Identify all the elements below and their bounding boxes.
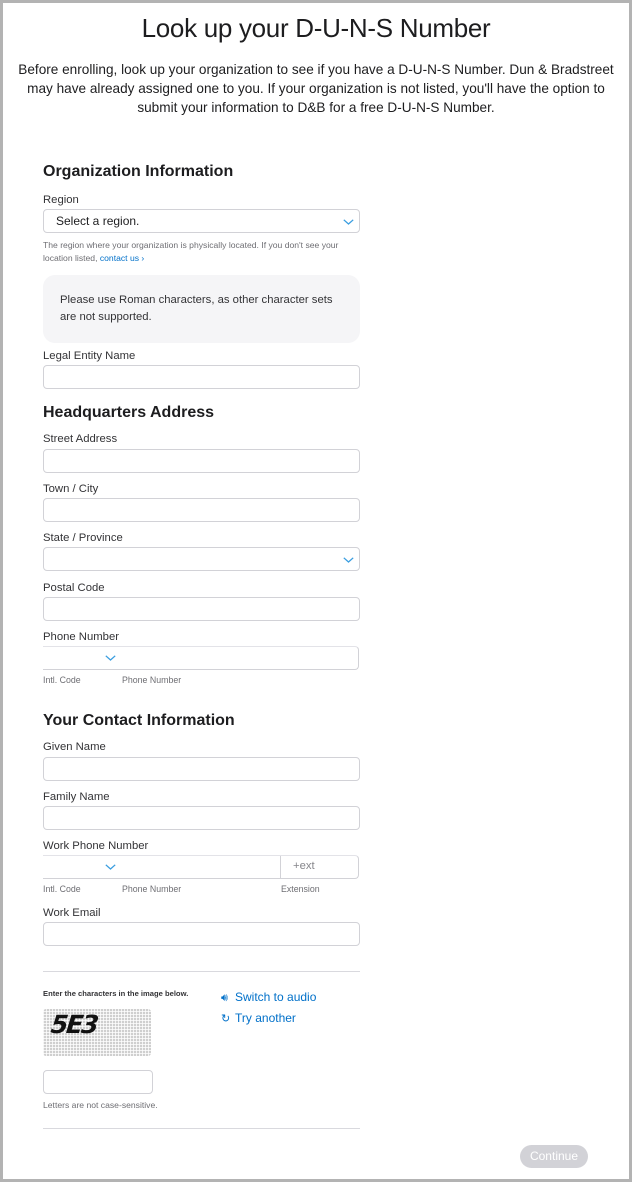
state-province-select[interactable] bbox=[43, 547, 360, 571]
captcha-hint: Letters are not case-sensitive. bbox=[43, 1100, 158, 1110]
phone-number-field bbox=[43, 646, 359, 670]
continue-button[interactable]: Continue bbox=[520, 1145, 588, 1168]
captcha-image-text: 5E3 bbox=[49, 1010, 99, 1039]
street-address-input[interactable] bbox=[43, 449, 360, 473]
town-city-input[interactable] bbox=[43, 498, 360, 522]
chevron-down-icon bbox=[105, 655, 116, 661]
captcha-divider-top bbox=[43, 971, 360, 972]
street-address-label: Street Address bbox=[43, 433, 118, 445]
notice-text: Please use Roman characters, as other ch… bbox=[60, 294, 333, 323]
roman-characters-notice: Please use Roman characters, as other ch… bbox=[43, 275, 360, 343]
work-phone-label: Work Phone Number bbox=[43, 840, 149, 852]
extension-label: Extension bbox=[281, 884, 320, 894]
captcha-divider-bottom bbox=[43, 1128, 360, 1129]
chevron-down-icon bbox=[343, 219, 354, 225]
chevron-down-icon bbox=[105, 864, 116, 870]
intro-text: Before enrolling, look up your organizat… bbox=[18, 62, 614, 115]
try-another-link[interactable]: ↻ Try another bbox=[221, 1011, 296, 1025]
postal-code-label: Postal Code bbox=[43, 582, 105, 594]
section-title-headquarters: Headquarters Address bbox=[43, 404, 215, 421]
work-phone-input[interactable] bbox=[121, 856, 279, 878]
given-name-input[interactable] bbox=[43, 757, 360, 781]
region-select-value: Select a region. bbox=[56, 214, 140, 228]
state-province-label: State / Province bbox=[43, 532, 123, 544]
extension-placeholder: +ext bbox=[293, 860, 315, 872]
chevron-down-icon bbox=[343, 557, 354, 563]
region-select[interactable]: Select a region. bbox=[43, 209, 360, 233]
page: Look up your D-U-N-S Number Before enrol… bbox=[3, 3, 629, 1179]
work-phone-sublabel: Phone Number bbox=[122, 884, 182, 894]
section-title-contact: Your Contact Information bbox=[43, 712, 235, 729]
section-title-organization: Organization Information bbox=[43, 163, 234, 180]
postal-code-input[interactable] bbox=[43, 597, 360, 621]
phone-number-label: Phone Number bbox=[43, 631, 119, 643]
legal-entity-name-input[interactable] bbox=[43, 365, 360, 389]
refresh-icon: ↻ bbox=[221, 1013, 231, 1025]
given-name-label: Given Name bbox=[43, 741, 106, 753]
legal-entity-name-label: Legal Entity Name bbox=[43, 350, 136, 362]
work-phone-field: +ext bbox=[43, 855, 359, 879]
phone-number-sublabel: Phone Number bbox=[122, 675, 182, 685]
family-name-input[interactable] bbox=[43, 806, 360, 830]
speaker-icon: 🔊︎ bbox=[221, 992, 228, 1004]
work-intl-code-label: Intl. Code bbox=[43, 884, 81, 894]
switch-to-audio-link[interactable]: 🔊︎ Switch to audio bbox=[221, 990, 316, 1005]
extension-input[interactable]: +ext bbox=[281, 856, 358, 878]
phone-number-input[interactable] bbox=[121, 647, 358, 669]
captcha-instruction: Enter the characters in the image below. bbox=[43, 989, 189, 998]
intl-code-select[interactable] bbox=[43, 647, 118, 669]
family-name-label: Family Name bbox=[43, 791, 110, 803]
work-intl-code-select[interactable] bbox=[43, 856, 118, 878]
region-hint: The region where your organization is ph… bbox=[43, 240, 339, 263]
work-email-label: Work Email bbox=[43, 907, 101, 919]
captcha-image: 5E3 bbox=[43, 1009, 151, 1056]
town-city-label: Town / City bbox=[43, 483, 99, 495]
intl-code-label: Intl. Code bbox=[43, 675, 81, 685]
region-label: Region bbox=[43, 194, 79, 206]
page-title: Look up your D-U-N-S Number bbox=[141, 13, 491, 43]
captcha-input[interactable] bbox=[43, 1070, 153, 1094]
work-email-input[interactable] bbox=[43, 922, 360, 946]
contact-us-link[interactable]: contact us › bbox=[100, 253, 144, 263]
